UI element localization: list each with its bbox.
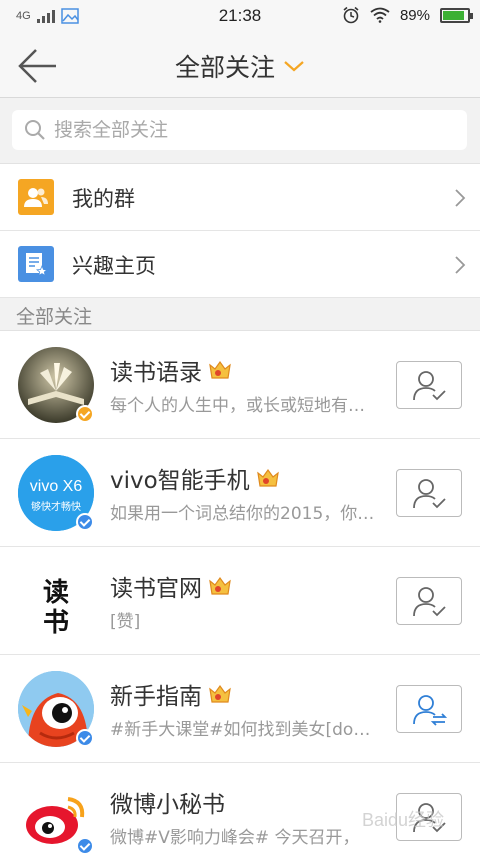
page-title-dropdown[interactable]: 全部关注 <box>0 48 480 84</box>
user-mutual-follow-icon <box>413 695 447 726</box>
follow-name-wrap: 读书语录 <box>110 353 232 387</box>
status-right: 89% <box>342 6 473 24</box>
chevron-right-icon <box>455 189 466 207</box>
verified-badge-icon <box>76 729 94 747</box>
following-button[interactable] <box>396 469 462 517</box>
battery-percent: 89% <box>399 6 430 24</box>
follow-desc: 每个人的人生中，或长或短地有一段日子 <box>110 396 378 416</box>
follow-row[interactable]: 新手指南 #新手大课堂#如何找到美女[doge] <box>0 655 480 763</box>
follow-name-wrap: 微博小秘书 <box>110 785 225 819</box>
follow-name-wrap: vivo智能手机 <box>110 461 280 495</box>
vip-crown-icon <box>209 684 231 703</box>
verified-badge-icon <box>76 837 94 854</box>
mutual-follow-button[interactable] <box>396 685 462 733</box>
watermark: Baidu经验 <box>362 810 445 830</box>
vivo-slogan-text: 够快才畅快 <box>31 500 81 513</box>
search-icon <box>25 120 45 140</box>
follow-name: 读书官网 <box>110 576 202 602</box>
follow-name: 新手指南 <box>110 684 202 710</box>
follow-row[interactable]: 读 书 读书官网 [赞] <box>0 547 480 655</box>
follow-name: 微博小秘书 <box>110 792 225 818</box>
follow-name-wrap: 新手指南 <box>110 677 232 711</box>
verified-badge-icon <box>76 405 94 423</box>
chevron-down-icon <box>284 61 304 72</box>
wifi-icon <box>370 7 390 23</box>
battery-icon <box>440 7 473 23</box>
section-header: 全部关注 <box>0 298 480 331</box>
menu-item-label: 兴趣主页 <box>72 254 156 278</box>
verified-badge-icon <box>76 513 94 531</box>
user-followed-icon <box>413 587 446 617</box>
dushu-logo-char-2: 书 <box>43 608 69 638</box>
follow-desc: [赞] <box>110 612 141 632</box>
follow-name: vivo智能手机 <box>110 468 250 494</box>
follow-desc: 微博#V影响力峰会# 今天召开， <box>110 828 360 848</box>
dushu-logo-image: 读 书 <box>18 563 94 639</box>
following-button[interactable] <box>396 577 462 625</box>
group-icon <box>18 179 54 215</box>
follow-row[interactable]: vivo X6 够快才畅快 vivo智能手机 如果用一个词总结你的2015，你会… <box>0 439 480 547</box>
status-bar: 4G 21:38 89% <box>0 0 480 34</box>
vivo-logo-text: vivo X6 <box>30 478 83 495</box>
following-button[interactable] <box>396 361 462 409</box>
header: 全部关注 <box>0 34 480 98</box>
dushu-logo-char-1: 读 <box>43 578 69 608</box>
user-followed-icon <box>413 479 446 509</box>
chevron-right-icon <box>455 256 466 274</box>
vip-crown-icon <box>209 360 231 379</box>
section-title: 全部关注 <box>16 306 93 328</box>
page-title: 全部关注 <box>174 53 275 82</box>
follow-name-wrap: 读书官网 <box>110 569 232 603</box>
interest-page-icon <box>18 246 54 282</box>
follow-desc: 如果用一个词总结你的2015，你会说什么 <box>110 504 378 524</box>
search-input[interactable] <box>54 119 434 141</box>
avatar: 读 书 <box>18 563 94 639</box>
follow-row[interactable]: 读书语录 每个人的人生中，或长或短地有一段日子 <box>0 331 480 439</box>
follow-desc: #新手大课堂#如何找到美女[doge] <box>110 720 378 740</box>
menu-item-label: 我的群 <box>72 187 135 211</box>
menu-item-interest-pages[interactable]: 兴趣主页 <box>0 231 480 298</box>
user-followed-icon <box>413 371 446 401</box>
vip-crown-icon <box>209 576 231 595</box>
alarm-icon <box>343 6 359 24</box>
vip-crown-icon <box>256 468 279 487</box>
battery-fill <box>443 10 465 20</box>
search-area <box>0 98 480 164</box>
menu-item-my-groups[interactable]: 我的群 <box>0 164 480 231</box>
search-box[interactable] <box>12 110 467 150</box>
follow-name: 读书语录 <box>110 360 202 386</box>
